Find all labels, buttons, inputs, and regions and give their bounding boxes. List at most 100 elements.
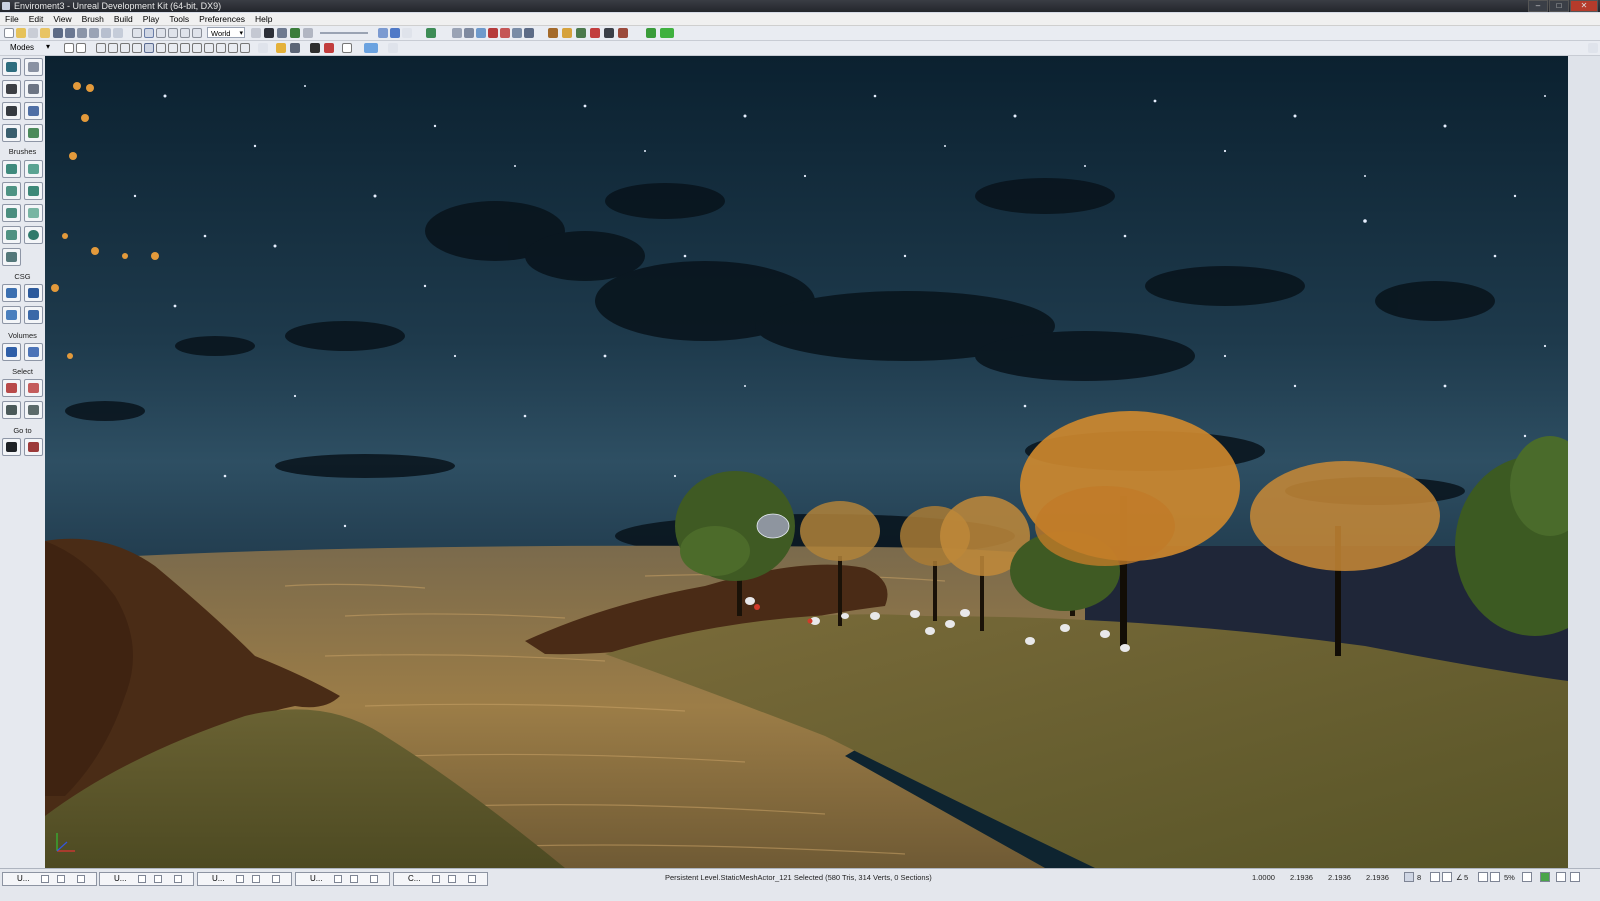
play-icon[interactable] <box>660 28 674 38</box>
hide-selected-button[interactable] <box>24 379 43 397</box>
linear-stair-button[interactable] <box>2 204 21 222</box>
show-selected-button[interactable] <box>2 379 21 397</box>
maximize-icon[interactable] <box>252 875 260 883</box>
menu-play[interactable]: Play <box>138 13 165 25</box>
collision-icon[interactable] <box>240 43 250 53</box>
close-icon[interactable] <box>174 875 182 883</box>
coord-z-value[interactable]: 2.1936 <box>1366 873 1389 882</box>
maximize-viewport-icon[interactable] <box>342 43 352 53</box>
real-time-audio-icon[interactable] <box>324 43 334 53</box>
go-to-builder-brush-button[interactable] <box>24 438 43 456</box>
rotation-snap-value[interactable]: 5 <box>1464 873 1468 882</box>
lightmap-density-icon[interactable] <box>204 43 214 53</box>
taskbar-window-5[interactable]: C... <box>393 872 488 886</box>
viewport-options-icon[interactable] <box>388 43 398 53</box>
restore-icon[interactable] <box>432 875 440 883</box>
undo-icon[interactable] <box>101 28 111 38</box>
camera-speed-slider[interactable] <box>320 32 368 34</box>
minimize-button[interactable]: – <box>1528 0 1548 12</box>
maximize-icon[interactable] <box>350 875 358 883</box>
modes-chevron-icon[interactable]: ▾ <box>46 42 50 51</box>
menu-brush[interactable]: Brush <box>77 13 109 25</box>
taskbar-window-1[interactable]: U... <box>2 872 97 886</box>
toggle-view-icon[interactable] <box>378 28 388 38</box>
menu-tools[interactable]: Tools <box>164 13 194 25</box>
matinee-icon[interactable] <box>290 28 300 38</box>
brush-wireframe-icon[interactable] <box>108 43 118 53</box>
drag-grid-value[interactable]: 1.0000 <box>1252 873 1275 882</box>
menu-build[interactable]: Build <box>109 13 138 25</box>
viewport-pin-icon[interactable] <box>1588 43 1598 53</box>
realtime-icon[interactable] <box>390 28 400 38</box>
bounds-icon[interactable] <box>192 28 202 38</box>
close-icon[interactable] <box>77 875 85 883</box>
close-icon[interactable] <box>468 875 476 883</box>
terrain-mode-button[interactable] <box>2 80 21 98</box>
select-icon[interactable] <box>132 28 142 38</box>
taskbar-window-2[interactable]: U... <box>99 872 194 886</box>
scale-icon[interactable] <box>168 28 178 38</box>
spiral-stair-button[interactable] <box>2 226 21 244</box>
rotation-snap-icon[interactable]: ∠ <box>1456 873 1463 882</box>
menu-preferences[interactable]: Preferences <box>194 13 250 25</box>
scale-snap-value[interactable]: 5% <box>1504 873 1515 882</box>
lock-icon[interactable] <box>276 43 286 53</box>
perspective-icon[interactable] <box>64 43 74 53</box>
shader-complexity-icon[interactable] <box>192 43 202 53</box>
wireframe-icon[interactable] <box>96 43 106 53</box>
csg-deintersect-button[interactable] <box>24 306 43 324</box>
sphere-brush-button[interactable] <box>24 226 43 244</box>
scale-nonuniform-icon[interactable] <box>180 28 190 38</box>
close-button[interactable]: ✕ <box>1570 0 1598 12</box>
volumetric-brush-button[interactable] <box>2 248 21 266</box>
sheet-brush-button[interactable] <box>24 204 43 222</box>
restore-icon[interactable] <box>236 875 244 883</box>
landscape-button[interactable] <box>2 124 21 142</box>
build-cover-icon[interactable] <box>464 28 474 38</box>
redo-icon[interactable] <box>113 28 123 38</box>
play-in-viewport-icon[interactable] <box>604 28 614 38</box>
swarm-icon[interactable] <box>524 28 534 38</box>
recent-files-icon[interactable] <box>28 28 38 38</box>
content-browser-icon[interactable] <box>548 28 558 38</box>
grid-dropdown-icon[interactable] <box>1442 872 1452 882</box>
lighting-only-icon[interactable] <box>156 43 166 53</box>
restore-icon[interactable] <box>41 875 49 883</box>
curved-stair-button[interactable] <box>2 182 21 200</box>
scale-snap-checkbox[interactable] <box>1522 872 1532 882</box>
open-folder-icon[interactable] <box>40 28 50 38</box>
texture-align-button[interactable] <box>2 102 21 120</box>
invert-selection-button[interactable] <box>2 401 21 419</box>
coord-system-dropdown[interactable]: World ▾ <box>207 27 245 38</box>
play-viewport-icon[interactable] <box>364 43 378 53</box>
mobile-icon[interactable] <box>562 28 572 38</box>
ortho-icon[interactable] <box>76 43 86 53</box>
lit-lightmap-icon[interactable] <box>216 43 226 53</box>
restore-icon[interactable] <box>334 875 342 883</box>
actor-icon[interactable] <box>310 43 320 53</box>
coord-y-value[interactable]: 2.1936 <box>1328 873 1351 882</box>
unlit-icon[interactable] <box>120 43 130 53</box>
detail-lighting-icon[interactable] <box>144 43 154 53</box>
build-paths-icon[interactable] <box>452 28 462 38</box>
content-icon[interactable] <box>89 28 99 38</box>
taskbar-window-3[interactable]: U... <box>197 872 292 886</box>
open-file-icon[interactable] <box>16 28 26 38</box>
lighting-options-icon[interactable] <box>512 28 522 38</box>
selected-static-mesh[interactable] <box>756 513 790 539</box>
menu-file[interactable]: File <box>0 13 24 25</box>
binoculars-icon[interactable] <box>251 28 261 38</box>
maximize-icon[interactable] <box>154 875 162 883</box>
save-icon[interactable] <box>53 28 63 38</box>
csg-add-button[interactable] <box>2 284 21 302</box>
maximize-button[interactable]: □ <box>1549 0 1569 12</box>
grid-checkbox[interactable] <box>1430 872 1440 882</box>
reflections-icon[interactable] <box>228 43 238 53</box>
coord-x-value[interactable]: 2.1936 <box>1290 873 1313 882</box>
drag-grid-toggle[interactable] <box>1556 872 1566 882</box>
lit-icon[interactable] <box>132 43 142 53</box>
generic-browser-icon[interactable] <box>277 28 287 38</box>
save-current-icon[interactable] <box>77 28 87 38</box>
save-all-icon[interactable] <box>65 28 75 38</box>
record-icon[interactable] <box>590 28 600 38</box>
